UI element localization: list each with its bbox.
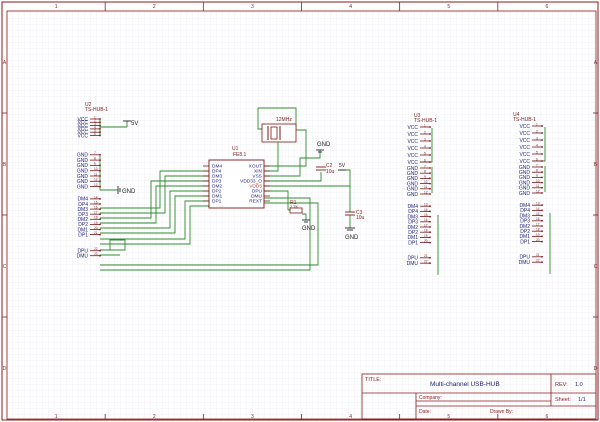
gnd-label-r1: GND <box>302 226 316 232</box>
frame-col-label-4-top: 4 <box>349 4 352 10</box>
r1-value: 2.7K <box>290 204 299 209</box>
u4-pin-label: VCC <box>519 152 530 158</box>
frame-row-label-C-right: C <box>594 264 598 270</box>
frame-col-label-2-bottom: 2 <box>153 414 156 420</box>
date-label: Date: <box>419 409 431 415</box>
c2-value: 10u <box>326 169 335 175</box>
frame-col-label-3-top: 3 <box>251 4 254 10</box>
connector-u2-value: TS-HUB-1 <box>85 107 108 113</box>
sheet-label: Sheet: <box>555 397 571 403</box>
title-text: Multi-channel USB-HUB <box>430 381 500 388</box>
u4-pin-label: DP1 <box>520 239 530 245</box>
connector-u4-value: TS-HUB-1 <box>513 117 536 123</box>
vcc-symbol-mid: 5V <box>338 163 346 171</box>
frame-col-label-4-bottom: 4 <box>349 414 352 420</box>
gnd-label-left: GND <box>122 189 136 195</box>
u3-pin-label: VCC <box>407 146 418 152</box>
frame-col-label-2-top: 2 <box>153 4 156 10</box>
schematic-canvas: 112233445566A AB BC CD D U2 TS-HUB-1 VCC… <box>0 0 600 422</box>
company-label: Company: <box>419 395 442 401</box>
u4-pin-label: GND <box>519 191 531 197</box>
rev-value: 1.0 <box>575 382 583 388</box>
u4-pin-label: DMU <box>519 260 531 266</box>
drawn-by-label: Drawn By: <box>490 409 513 415</box>
u3-pin-label: VCC <box>407 153 418 159</box>
vcc-label-left: 5V <box>131 121 138 127</box>
ic-right-pin-label: REXT <box>249 199 262 205</box>
frame-row-label-C-left: C <box>3 264 7 270</box>
frame-col-label-6-top: 6 <box>546 4 549 10</box>
c3-value: 10u <box>356 215 365 221</box>
u4-pin-label: VCC <box>519 145 530 151</box>
frame-col-label-3-bottom: 3 <box>251 414 254 420</box>
ic-value: FE8.1 <box>233 152 247 158</box>
sheet-value: 1/1 <box>578 397 586 403</box>
gnd-label-1: GND <box>317 142 331 148</box>
u3-pin-label: VCC <box>407 125 418 131</box>
crystal-value: 12MHz <box>276 117 292 123</box>
u4-pin-label: VCC <box>519 138 530 144</box>
vcc-label-mid: 5V <box>339 163 346 169</box>
title-label: TITLE: <box>365 377 382 383</box>
u3-pin-label: GND <box>407 192 419 198</box>
u3-pin-label: DMU <box>407 261 419 267</box>
frame-row-label-D-right: D <box>594 366 598 372</box>
u2-pin-label: GND <box>77 184 89 190</box>
ic-left-pin-label: DP1 <box>212 199 222 205</box>
u3-pin-label: DP1 <box>408 240 418 246</box>
u3-pin-label: VCC <box>407 139 418 145</box>
u2-pin-label: DP1 <box>78 232 88 238</box>
frame-col-label-5-top: 5 <box>447 4 450 10</box>
frame-row-label-D-left: D <box>3 366 7 372</box>
u3-pin-label: VCC <box>407 132 418 138</box>
u2-pin-label: VCC <box>77 133 88 139</box>
u2-pin-label: DMU <box>77 254 89 260</box>
u4-pin-label: VCC <box>519 131 530 137</box>
u4-pin-label: VCC <box>519 124 530 130</box>
rev-label: REV: <box>555 382 568 388</box>
frame-col-label-1-bottom: 1 <box>55 414 58 420</box>
gnd-label-c3: GND <box>345 235 359 241</box>
frame-col-label-1-top: 1 <box>55 4 58 10</box>
